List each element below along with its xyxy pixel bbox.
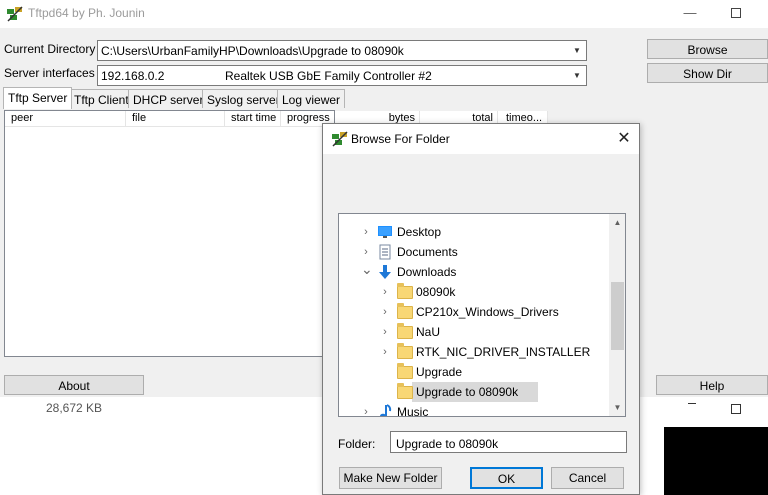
- folder-icon: [396, 323, 413, 340]
- tftpd-app-icon: [331, 130, 349, 148]
- scroll-down-icon[interactable]: ▼: [609, 399, 625, 416]
- current-directory-combo[interactable]: C:\Users\UrbanFamilyHP\Downloads\Upgrade…: [97, 40, 587, 61]
- folder-tree[interactable]: › Desktop › Documents ⌄ Downloads › 08090k › CP21…: [338, 213, 626, 417]
- chevron-right-icon[interactable]: ›: [380, 345, 390, 359]
- folder-icon: [396, 303, 413, 320]
- tree-item-label: Upgrade to 08090k: [413, 385, 522, 399]
- minimize-button[interactable]: —: [670, 2, 710, 24]
- tree-scrollbar[interactable]: ▲ ▼: [609, 214, 625, 416]
- server-ip-value: 192.168.0.2: [101, 69, 165, 83]
- help-button[interactable]: Help: [656, 375, 768, 395]
- tree-item-label: CP210x_Windows_Drivers: [416, 305, 559, 319]
- chevron-right-icon[interactable]: ›: [361, 225, 371, 239]
- scroll-up-icon[interactable]: ▲: [609, 214, 625, 231]
- current-directory-value: C:\Users\UrbanFamilyHP\Downloads\Upgrade…: [101, 44, 404, 58]
- column-start-time[interactable]: start time: [225, 111, 281, 127]
- tree-item[interactable]: › NaU: [339, 322, 609, 342]
- transfer-list[interactable]: peer file start time progress: [4, 110, 335, 357]
- folder-icon: [396, 383, 413, 400]
- tree-item-label: Music: [397, 405, 429, 417]
- tab-syslog-server[interactable]: Syslog server: [202, 89, 285, 108]
- tree-item[interactable]: › Desktop: [339, 222, 609, 242]
- tree-item-label: Documents: [397, 245, 458, 259]
- file-size-text: 28,672 KB: [46, 401, 103, 415]
- browse-folder-dialog: Browse For Folder ✕ › Desktop › Documents ⌄ D…: [322, 123, 640, 495]
- tree-item[interactable]: › Music: [339, 402, 609, 417]
- cancel-button[interactable]: Cancel: [551, 467, 624, 489]
- current-directory-label: Current Directory: [4, 42, 96, 56]
- tab-dhcp-server[interactable]: DHCP server: [128, 89, 209, 108]
- column-file[interactable]: file: [126, 111, 225, 127]
- folder-name-input[interactable]: [390, 431, 627, 453]
- dialog-title: Browse For Folder: [351, 132, 450, 146]
- tree-item[interactable]: › 08090k: [339, 282, 609, 302]
- maximize-icon: [731, 8, 741, 18]
- server-interfaces-combo[interactable]: 192.168.0.2 Realtek USB GbE Family Contr…: [97, 65, 587, 86]
- tab-tftp-client[interactable]: Tftp Client: [69, 89, 134, 108]
- chevron-right-icon[interactable]: ›: [380, 285, 390, 299]
- folder-icon: [396, 363, 413, 380]
- tree-item[interactable]: Upgrade: [339, 362, 609, 382]
- tree-item-label: 08090k: [416, 285, 456, 299]
- chevron-right-icon[interactable]: ›: [361, 245, 371, 259]
- documents-icon: [377, 244, 393, 260]
- background-maximize-icon[interactable]: [731, 404, 741, 414]
- tftpd-app-icon: [6, 5, 24, 23]
- chevron-down-icon[interactable]: ⌄: [361, 262, 373, 276]
- server-interfaces-label: Server interfaces: [4, 66, 95, 80]
- server-adapter-value: Realtek USB GbE Family Controller #2: [225, 69, 432, 83]
- music-icon: [377, 404, 393, 416]
- close-icon[interactable]: ✕: [613, 128, 635, 150]
- ok-button[interactable]: OK: [470, 467, 543, 489]
- tree-item-label: Upgrade: [416, 365, 463, 379]
- show-dir-button[interactable]: Show Dir: [647, 63, 768, 83]
- tree-item[interactable]: › RTK_NIC_DRIVER_INSTALLER: [339, 342, 609, 362]
- tab-tftp-server[interactable]: Tftp Server: [3, 87, 73, 109]
- column-peer[interactable]: peer: [5, 111, 126, 127]
- desktop-icon: [377, 224, 393, 240]
- chevron-right-icon[interactable]: ›: [361, 405, 371, 416]
- background-minimize-icon[interactable]: [688, 403, 696, 404]
- tree-item-label: RTK_NIC_DRIVER_INSTALLER: [416, 345, 591, 359]
- tree-item[interactable]: Upgrade to 08090k: [339, 382, 609, 402]
- make-new-folder-button[interactable]: Make New Folder: [339, 467, 442, 489]
- tab-log-viewer[interactable]: Log viewer: [277, 89, 346, 108]
- folder-icon: [396, 343, 413, 360]
- folder-label: Folder:: [338, 437, 376, 451]
- scroll-thumb[interactable]: [611, 282, 624, 350]
- window-title: Tftpd64 by Ph. Jounin: [28, 6, 145, 20]
- chevron-right-icon[interactable]: ›: [380, 305, 390, 319]
- tree-item[interactable]: ⌄ Downloads: [339, 262, 609, 282]
- tree-item-label: Desktop: [397, 225, 442, 239]
- background-dark-panel: [664, 427, 768, 495]
- dropdown-arrow-icon[interactable]: ▼: [569, 42, 585, 59]
- tree-item[interactable]: › CP210x_Windows_Drivers: [339, 302, 609, 322]
- chevron-right-icon[interactable]: ›: [380, 325, 390, 339]
- maximize-button[interactable]: [716, 2, 756, 24]
- folder-icon: [396, 283, 413, 300]
- tree-item[interactable]: › Documents: [339, 242, 609, 262]
- dropdown-arrow-icon[interactable]: ▼: [569, 67, 585, 84]
- downloads-icon: [377, 264, 393, 280]
- browse-button[interactable]: Browse: [647, 39, 768, 59]
- tree-item-label: NaU: [416, 325, 441, 339]
- about-button[interactable]: About: [4, 375, 144, 395]
- tree-item-label: Downloads: [397, 265, 457, 279]
